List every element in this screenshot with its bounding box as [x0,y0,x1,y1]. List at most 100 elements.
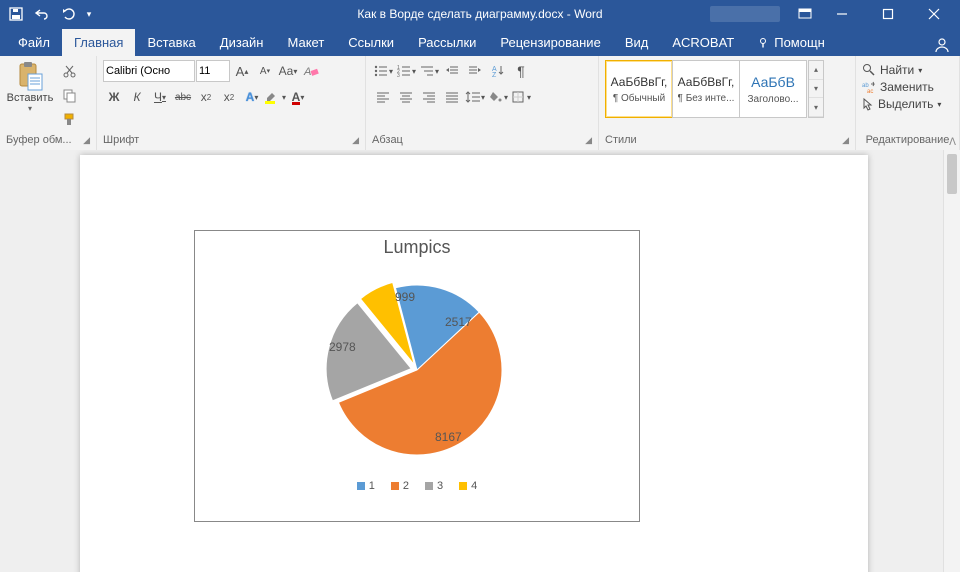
data-label: 2978 [329,340,356,354]
shading-button[interactable]: ▾ [487,86,509,108]
group-styles: АаБбВвГг,¶ Обычный АаБбВвГг,¶ Без инте..… [599,56,856,150]
group-paragraph: ▾ 123▾ ▾ AZ ¶ ▾ ▾ ▾ Абзац ◢ [366,56,599,150]
copy-button[interactable] [58,84,80,106]
scrollbar-thumb[interactable] [947,154,957,194]
italic-button[interactable]: К [126,86,148,108]
text-effects-button[interactable]: A▾ [241,86,263,108]
window-title: Как в Ворде сделать диаграмму.docx - Wor… [357,7,602,21]
tab-insert[interactable]: Вставка [135,29,207,56]
tab-design[interactable]: Дизайн [208,29,276,56]
tab-mailings[interactable]: Рассылки [406,29,488,56]
format-painter-button[interactable] [58,108,80,130]
svg-text:ac: ac [867,89,873,93]
paste-label: Вставить [7,92,54,104]
numbering-button[interactable]: 123▾ [395,60,417,82]
pie-chart: 2517 8167 2978 999 [317,270,517,470]
align-right-button[interactable] [418,86,440,108]
change-case-button[interactable]: Aa▾ [277,60,299,82]
styles-label: Стили [605,134,637,146]
tab-references[interactable]: Ссылки [336,29,406,56]
account-icon[interactable] [934,37,950,56]
window-controls [710,0,956,28]
font-color-button[interactable]: A▾ [287,86,309,108]
subscript-button[interactable]: x2 [195,86,217,108]
collapse-ribbon-button[interactable]: ᐱ [949,137,956,148]
data-label: 999 [395,290,415,304]
legend-item: 4 [459,480,477,492]
tab-acrobat[interactable]: ACROBAT [660,29,746,56]
paragraph-label: Абзац [372,134,403,146]
tab-review[interactable]: Рецензирование [488,29,612,56]
vertical-scrollbar[interactable] [943,150,960,572]
find-button[interactable]: Найти▾ [862,63,941,77]
tab-file[interactable]: Файл [6,29,62,56]
style-no-spacing[interactable]: АаБбВвГг,¶ Без инте... [672,60,740,118]
tab-layout[interactable]: Макет [275,29,336,56]
group-font: A▴ A▾ Aa▾ A Ж К Ч▾ abc x2 x2 A▾ ▾ A▾ Шри… [97,56,366,150]
paragraph-launcher[interactable]: ◢ [585,135,592,146]
clear-formatting-button[interactable]: A [300,60,322,82]
clipboard-label: Буфер обм... [6,134,72,146]
chart-object[interactable]: Lumpics 251781672978999 1234 [194,230,640,522]
strikethrough-button[interactable]: abc [172,86,194,108]
legend-item: 3 [425,480,443,492]
font-size-input[interactable] [196,60,230,82]
replace-button[interactable]: abacЗаменить [862,80,941,94]
legend-item: 2 [391,480,409,492]
style-normal[interactable]: АаБбВвГг,¶ Обычный [605,60,673,118]
titlebar: ▾ Как в Ворде сделать диаграмму.docx - W… [0,0,960,28]
ribbon: Вставить ▾ Буфер обм... ◢ A▴ A▾ Aa▾ A Ж [0,56,960,151]
cut-button[interactable] [58,60,80,82]
tab-view[interactable]: Вид [613,29,661,56]
group-clipboard: Вставить ▾ Буфер обм... ◢ [0,56,97,150]
increase-indent-button[interactable] [464,60,486,82]
paste-button[interactable]: Вставить ▾ [6,60,54,113]
close-button[interactable] [912,0,956,28]
data-label: 8167 [435,430,462,444]
select-button[interactable]: Выделить▾ [862,97,941,111]
svg-text:3: 3 [397,73,400,78]
chart-title: Lumpics [195,237,639,258]
editing-label: Редактирование [866,134,950,146]
qat-customize-button[interactable]: ▾ [82,2,96,26]
align-center-button[interactable] [395,86,417,108]
font-name-input[interactable] [103,60,195,82]
style-heading1[interactable]: АаБбВЗаголово... [739,60,807,118]
line-spacing-button[interactable]: ▾ [464,86,486,108]
minimize-button[interactable] [820,0,864,28]
styles-gallery-scroll[interactable]: ▴▾▾ [808,60,824,118]
clipboard-launcher[interactable]: ◢ [83,135,90,146]
data-label: 2517 [445,315,472,329]
chart-legend: 1234 [195,480,639,492]
underline-button[interactable]: Ч▾ [149,86,171,108]
save-button[interactable] [4,2,28,26]
borders-button[interactable]: ▾ [510,86,532,108]
decrease-indent-button[interactable] [441,60,463,82]
align-left-button[interactable] [372,86,394,108]
bold-button[interactable]: Ж [103,86,125,108]
styles-launcher[interactable]: ◢ [842,135,849,146]
group-editing: Найти▾ abacЗаменить Выделить▾ Редактиров… [856,56,960,150]
justify-button[interactable] [441,86,463,108]
page: Lumpics 251781672978999 1234 [80,155,868,572]
bullets-button[interactable]: ▾ [372,60,394,82]
font-launcher[interactable]: ◢ [352,135,359,146]
sort-button[interactable]: AZ [487,60,509,82]
highlight-button[interactable]: ▾ [264,86,286,108]
font-label: Шрифт [103,134,139,146]
undo-button[interactable] [30,2,54,26]
multilevel-list-button[interactable]: ▾ [418,60,440,82]
superscript-button[interactable]: x2 [218,86,240,108]
account-area[interactable] [710,6,780,22]
document-area: Lumpics 251781672978999 1234 Область диа… [0,150,960,572]
tell-me[interactable]: Помощн [746,29,837,56]
shrink-font-button[interactable]: A▾ [254,60,276,82]
svg-text:Z: Z [492,72,497,78]
svg-text:A: A [303,66,311,78]
tab-home[interactable]: Главная [62,29,135,56]
grow-font-button[interactable]: A▴ [231,60,253,82]
show-marks-button[interactable]: ¶ [510,60,532,82]
ribbon-display-button[interactable] [792,0,818,28]
redo-button[interactable] [56,2,80,26]
maximize-button[interactable] [866,0,910,28]
